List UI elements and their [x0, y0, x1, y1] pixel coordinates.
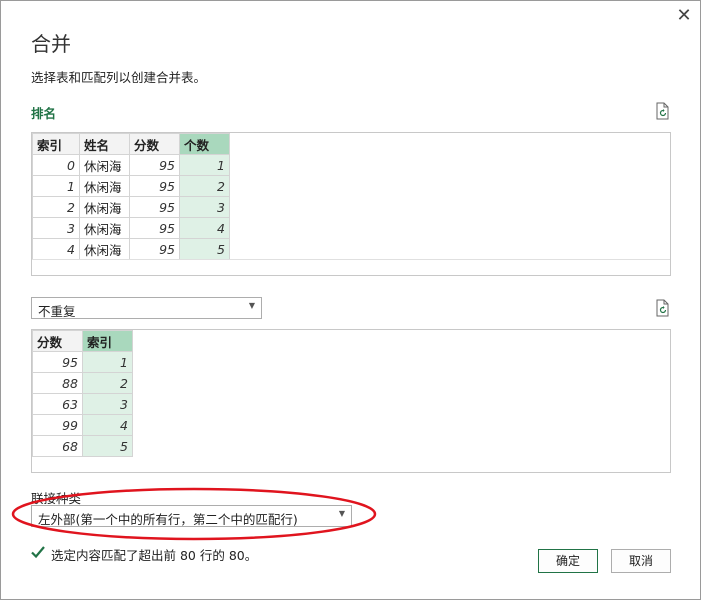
dialog-title: 合并 — [31, 32, 71, 56]
cell-score: 95 — [129, 217, 180, 239]
refresh-icon — [656, 299, 669, 317]
table2-preview: 分数 索引 95 1 88 2 63 3 99 4 68 5 — [31, 329, 671, 473]
cell-index: 4 — [32, 238, 80, 260]
cell-index: 2 — [32, 196, 80, 218]
ok-button[interactable]: 确定 — [538, 549, 598, 573]
cell-index: 1 — [82, 351, 133, 373]
cell-count: 5 — [179, 238, 230, 260]
cancel-button[interactable]: 取消 — [611, 549, 671, 573]
join-kind-dropdown[interactable]: 左外部(第一个中的所有行，第二个中的匹配行) ▼ — [31, 505, 352, 527]
column-header-index[interactable]: 索引 — [82, 330, 133, 352]
cell-name: 休闲海 — [79, 238, 130, 260]
table1-preview: 索引 姓名 分数 个数 0 休闲海 95 1 1 休闲海 95 2 2 休闲海 — [31, 132, 671, 276]
second-table-value: 不重复 — [38, 304, 76, 319]
column-header-count[interactable]: 个数 — [179, 133, 230, 155]
cell-index: 3 — [82, 393, 133, 415]
cell-index: 4 — [82, 414, 133, 436]
table-row: 2 休闲海 95 3 — [32, 196, 230, 218]
cell-score: 95 — [129, 175, 180, 197]
column-header-name[interactable]: 姓名 — [79, 133, 130, 155]
match-status-text: 选定内容匹配了超出前 80 行的 80。 — [51, 548, 258, 563]
cell-index: 3 — [32, 217, 80, 239]
cell-count: 1 — [179, 154, 230, 176]
cell-name: 休闲海 — [79, 154, 130, 176]
cell-score: 95 — [129, 154, 180, 176]
cell-index: 2 — [82, 372, 133, 394]
table-row: 63 3 — [32, 393, 133, 415]
table-row: 68 5 — [32, 435, 133, 457]
cell-score: 63 — [32, 393, 83, 415]
dialog-subtitle: 选择表和匹配列以创建合并表。 — [31, 70, 207, 85]
cell-score: 99 — [32, 414, 83, 436]
cell-name: 休闲海 — [79, 175, 130, 197]
refresh-table2-button[interactable] — [655, 299, 671, 317]
close-icon: ✕ — [676, 5, 692, 26]
chevron-down-icon: ▼ — [248, 301, 255, 310]
table-row: 3 休闲海 95 4 — [32, 217, 230, 239]
table2-grid: 分数 索引 95 1 88 2 63 3 99 4 68 5 — [32, 330, 133, 457]
close-button[interactable]: ✕ — [673, 5, 695, 27]
cell-name: 休闲海 — [79, 217, 130, 239]
refresh-table1-button[interactable] — [655, 102, 671, 120]
refresh-icon — [656, 102, 669, 120]
second-table-dropdown[interactable]: 不重复 ▼ — [31, 297, 262, 319]
table-row: 0 休闲海 95 1 — [32, 154, 230, 176]
table-row: 95 1 — [32, 351, 133, 373]
cell-score: 95 — [129, 238, 180, 260]
table1-name: 排名 — [31, 106, 57, 121]
cell-index: 5 — [82, 435, 133, 457]
cell-count: 3 — [179, 196, 230, 218]
chevron-down-icon: ▼ — [338, 509, 345, 518]
table1-scroll-divider — [32, 259, 670, 260]
table-row: 1 休闲海 95 2 — [32, 175, 230, 197]
cell-index: 1 — [32, 175, 80, 197]
cell-index: 0 — [32, 154, 80, 176]
column-header-index[interactable]: 索引 — [32, 133, 80, 155]
cell-count: 4 — [179, 217, 230, 239]
cell-score: 95 — [129, 196, 180, 218]
table-row: 99 4 — [32, 414, 133, 436]
cell-score: 88 — [32, 372, 83, 394]
table-row: 88 2 — [32, 372, 133, 394]
column-header-score[interactable]: 分数 — [32, 330, 83, 352]
cell-score: 95 — [32, 351, 83, 373]
cell-score: 68 — [32, 435, 83, 457]
cell-count: 2 — [179, 175, 230, 197]
table-row: 4 休闲海 95 5 — [32, 238, 230, 260]
cell-name: 休闲海 — [79, 196, 130, 218]
column-header-score[interactable]: 分数 — [129, 133, 180, 155]
table1-grid: 索引 姓名 分数 个数 0 休闲海 95 1 1 休闲海 95 2 2 休闲海 — [32, 133, 230, 260]
join-kind-value: 左外部(第一个中的所有行，第二个中的匹配行) — [38, 512, 298, 527]
check-icon — [30, 544, 46, 560]
